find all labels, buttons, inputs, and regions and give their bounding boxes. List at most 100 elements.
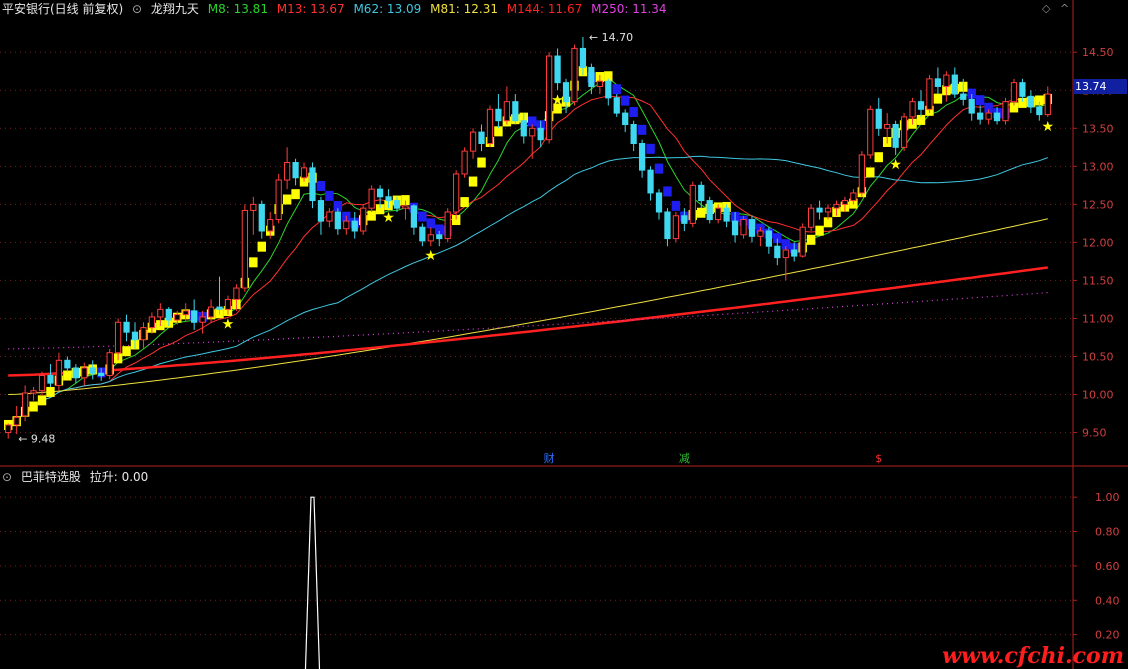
y-tick-label: 13.50 xyxy=(1082,122,1114,135)
candle-body xyxy=(647,169,654,194)
candle-body xyxy=(469,131,477,152)
candle-body xyxy=(858,154,865,194)
candle-body xyxy=(571,47,578,103)
candle-body xyxy=(596,80,603,87)
expand-icon[interactable]: ^ xyxy=(1060,2,1069,15)
candle-body xyxy=(960,93,967,100)
candle-body xyxy=(216,306,223,310)
sub-menu-icon[interactable]: ⊙ xyxy=(2,470,12,484)
candle-body xyxy=(841,200,849,205)
y-tick-label: 10.50 xyxy=(1082,351,1114,364)
candle-body xyxy=(114,321,122,354)
low-price-label: ← 9.48 xyxy=(18,433,55,446)
trend-ribbon-segment xyxy=(697,207,706,218)
candle-body xyxy=(900,116,908,148)
candle-body xyxy=(748,219,756,237)
candle-body xyxy=(681,215,688,224)
candle-body xyxy=(393,200,401,209)
candle-body xyxy=(757,230,764,237)
trend-ribbon-segment xyxy=(316,180,326,191)
candle-body xyxy=(664,211,671,240)
signal-star-icon: ★ xyxy=(1041,119,1054,135)
diamond-icon[interactable]: ◇ xyxy=(1042,2,1050,15)
candle-body xyxy=(512,101,519,122)
signal-star-icon: ★ xyxy=(551,92,564,108)
ma81-line xyxy=(8,218,1048,395)
candle-body xyxy=(275,179,282,221)
candle-body xyxy=(554,55,561,84)
trend-ribbon-segment xyxy=(29,401,38,412)
ma250-label: M250: 11.34 xyxy=(591,2,667,16)
trend-ribbon-segment xyxy=(477,157,486,168)
candle-body xyxy=(486,108,494,145)
indicator-menu-icon[interactable]: ⊙ xyxy=(132,2,142,16)
sub-y-tick-label: 0.20 xyxy=(1095,629,1120,642)
candle-body xyxy=(993,112,1001,122)
candle-body xyxy=(461,150,468,175)
trend-ribbon-segment xyxy=(249,257,258,268)
candle-body xyxy=(1036,106,1043,116)
candle-body xyxy=(926,78,933,110)
sub-y-tick-label: 0.40 xyxy=(1095,594,1120,607)
trend-ribbon-segment xyxy=(866,167,875,178)
candle-body xyxy=(81,367,88,379)
trend-ribbon-segment xyxy=(806,234,816,245)
trend-ribbon-segment xyxy=(426,218,436,229)
candle-body xyxy=(605,80,612,99)
signal-star-icon: ★ xyxy=(889,157,902,173)
candle-body xyxy=(207,306,215,318)
sub-indicator-name[interactable]: 巴菲特选股 xyxy=(21,470,81,484)
lift-signal-spike xyxy=(304,496,321,669)
indicator-name[interactable]: 龙翔九天 xyxy=(151,2,199,16)
candle-body xyxy=(309,167,316,202)
stock-title[interactable]: 平安银行(日线 前复权) xyxy=(2,2,123,16)
candle-body xyxy=(740,219,747,236)
ma8-label: M8: 13.81 xyxy=(207,2,268,16)
ma13-label: M13: 13.67 xyxy=(276,2,345,16)
candle-body xyxy=(1044,93,1051,116)
candle-body xyxy=(638,143,646,171)
candle-body xyxy=(824,207,832,213)
candle-body xyxy=(419,226,426,242)
y-tick-label: 11.50 xyxy=(1082,274,1114,287)
trend-ribbon-segment xyxy=(367,210,376,221)
candle-body xyxy=(427,234,434,242)
candle-body xyxy=(174,314,181,321)
trend-ribbon-segment xyxy=(612,84,621,95)
candle-body xyxy=(588,66,595,87)
candle-body xyxy=(765,230,772,247)
sub-indicator-value: 拉升: 0.00 xyxy=(89,470,149,484)
candle-body xyxy=(131,331,139,341)
candle-body xyxy=(47,375,54,384)
candle-body xyxy=(368,188,375,209)
y-tick-label: 12.50 xyxy=(1082,198,1114,211)
trend-ribbon-segment xyxy=(815,225,824,236)
candle-body xyxy=(89,367,96,374)
candle-body xyxy=(875,108,882,129)
candle-body xyxy=(478,131,485,145)
trend-ribbon-segment xyxy=(646,143,655,154)
candle-body xyxy=(630,123,637,145)
candle-body xyxy=(867,108,874,156)
candle-body xyxy=(774,245,781,259)
candle-body xyxy=(284,162,291,181)
trend-ribbon-segment xyxy=(122,346,131,357)
candle-body xyxy=(850,192,857,202)
candle-body xyxy=(706,200,713,221)
trend-ribbon-segment xyxy=(291,189,300,200)
candle-body xyxy=(72,367,79,379)
y-tick-label: 11.00 xyxy=(1082,312,1114,325)
candle-body xyxy=(782,249,789,259)
trend-ribbon-segment xyxy=(620,95,630,106)
candle-body xyxy=(579,47,587,68)
candle-body xyxy=(343,220,350,230)
candle-body xyxy=(385,196,392,202)
candle-body xyxy=(909,101,916,118)
candle-body xyxy=(977,112,984,120)
trend-ribbon-segment xyxy=(468,176,478,187)
price-chart[interactable]: 14.5014.0013.5013.0012.5012.0011.5011.00… xyxy=(0,0,1128,669)
candle-body xyxy=(13,416,20,426)
signal-star-icon: ★ xyxy=(425,248,438,264)
candle-body xyxy=(402,205,409,209)
trend-ribbon-segment xyxy=(671,200,681,211)
